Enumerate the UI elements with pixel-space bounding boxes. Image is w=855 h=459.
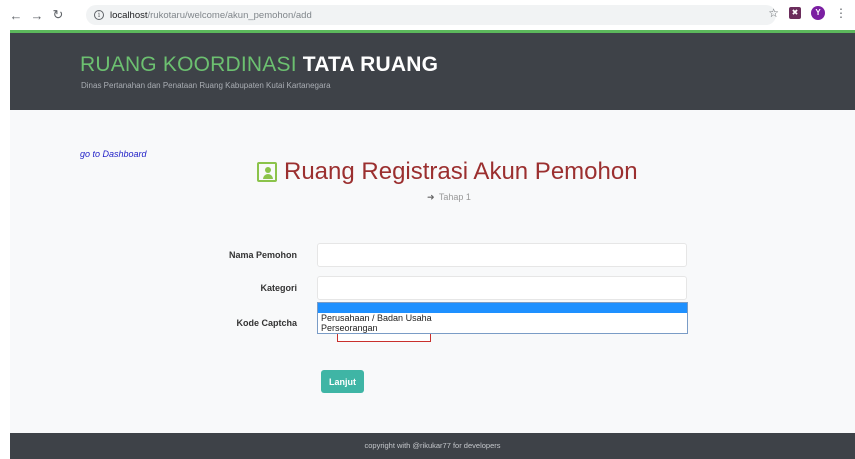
kategori-option-perseorangan[interactable]: Perseorangan [318,323,687,333]
site-title: RUANG KOORDINASI TATA RUANG [80,53,438,77]
page-title: Ruang Registrasi Akun Pemohon [257,158,638,186]
site-header: RUANG KOORDINASI TATA RUANG Dinas Pertan… [10,30,855,110]
kode-captcha-label: Kode Captcha [236,318,297,328]
contact-book-icon [257,162,277,182]
nama-pemohon-label: Nama Pemohon [228,250,297,260]
back-icon[interactable]: ← [8,7,24,23]
profile-avatar-icon[interactable]: Y [811,6,825,20]
bookmark-star-icon[interactable]: ☆ [768,6,779,20]
browser-menu-icon[interactable]: ⋮ [835,6,847,20]
browser-toolbar: ← → ↻ i localhost/rukotaru/welcome/akun_… [0,0,855,30]
browser-actions: ☆ ✖ Y ⋮ [768,6,847,20]
extension-icon[interactable]: ✖ [789,7,801,19]
kategori-select[interactable] [317,276,687,300]
lanjut-button[interactable]: Lanjut [321,370,364,393]
main-content: go to Dashboard Ruang Registrasi Akun Pe… [10,110,855,433]
url-host: localhost [110,9,148,21]
nama-pemohon-input[interactable] [317,243,687,267]
site-subtitle: Dinas Pertanahan dan Penataan Ruang Kabu… [81,81,331,90]
url-path: /rukotaru/welcome/akun_pemohon/add [147,9,312,21]
kategori-option-perusahaan[interactable]: Perusahaan / Badan Usaha [318,313,687,323]
reload-icon[interactable]: ↻ [50,7,66,23]
kategori-label: Kategori [260,283,297,293]
kategori-option-empty[interactable] [318,303,687,313]
step-text: Tahap 1 [438,192,471,202]
step-indicator: ➜ Tahap 1 [427,192,471,203]
site-title-light: RUANG KOORDINASI [80,53,303,76]
site-title-bold: TATA RUANG [302,53,439,76]
footer: copyright with @rikukar77 for developers [10,433,855,459]
info-icon[interactable]: i [94,10,104,20]
forward-icon[interactable]: → [29,7,45,23]
dashboard-link[interactable]: go to Dashboard [80,149,147,159]
kategori-dropdown: Perusahaan / Badan Usaha Perseorangan [317,302,688,334]
page-title-text: Ruang Registrasi Akun Pemohon [284,158,638,185]
address-bar[interactable]: i localhost/rukotaru/welcome/akun_pemoho… [86,5,776,25]
arrow-right-icon: ➜ [427,192,435,202]
